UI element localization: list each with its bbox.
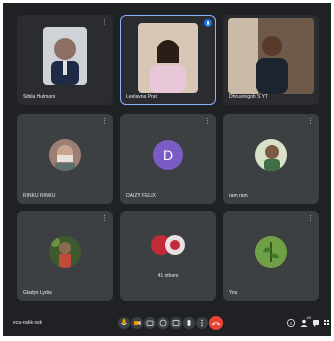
participant-tile[interactable]: ⋮ Gladys Lydia [17, 211, 113, 301]
speaking-indicator-icon [204, 19, 212, 27]
tile-more-icon[interactable]: ⋮ [307, 118, 314, 125]
more-options-icon[interactable] [196, 317, 208, 329]
captions-icon[interactable] [144, 317, 156, 329]
chat-icon[interactable] [311, 318, 321, 328]
others-count: 41 others [157, 273, 179, 279]
raise-hand-icon[interactable] [183, 317, 195, 329]
participant-tile[interactable]: Leelavna Prat [120, 15, 216, 105]
mic-icon[interactable] [118, 317, 130, 329]
participant-avatar [49, 138, 81, 171]
participant-avatar [255, 138, 287, 171]
participant-name: Leelavna Prat [126, 94, 157, 100]
others-avatars [150, 229, 186, 261]
tile-more-icon[interactable]: ⋮ [101, 19, 108, 26]
participant-video [228, 18, 314, 95]
participant-tile[interactable]: ⋮ RINKU RINKU [17, 114, 113, 204]
tile-more-icon[interactable]: ⋮ [307, 215, 314, 222]
participant-tile[interactable]: 41 others [120, 211, 216, 301]
participant-name: DAIZY FELIX [126, 193, 156, 199]
participant-avatar [255, 235, 287, 268]
tile-more-icon[interactable]: ⋮ [204, 118, 211, 125]
end-call-icon[interactable] [209, 316, 223, 330]
participant-name: Sibila Hulmani [23, 94, 55, 100]
participant-name: Dhruvinigoh S YT [229, 94, 269, 100]
participant-letter-avatar: D [153, 139, 183, 170]
participant-name: ram ram [229, 193, 248, 199]
people-icon[interactable]: 49 [299, 315, 311, 328]
participant-tile[interactable]: ⋮ ram ram [223, 114, 319, 204]
participant-tile[interactable]: ⋮ Sibila Hulmani [17, 15, 113, 105]
present-icon[interactable] [170, 317, 182, 329]
activities-icon[interactable] [323, 318, 330, 328]
camera-icon[interactable] [131, 317, 143, 329]
meet-window: ⋮ Sibila Hulmani Leelavna Prat Dhruvinig… [3, 3, 331, 336]
participant-tile[interactable]: Dhruvinigoh S YT [223, 15, 319, 105]
participant-tile[interactable]: D ⋮ DAIZY FELIX [120, 114, 216, 204]
participant-tile[interactable]: ⋮ You [223, 211, 319, 301]
participant-name: Gladys Lydia [23, 290, 52, 296]
participant-name: You [229, 290, 238, 296]
participant-video [43, 26, 87, 85]
control-bar: eca-nskk-xsk 49 [3, 309, 331, 336]
info-icon[interactable] [286, 318, 296, 328]
emoji-icon[interactable] [157, 317, 169, 329]
participant-avatar [49, 235, 81, 268]
participant-video [138, 23, 198, 94]
participant-name: RINKU RINKU [23, 193, 56, 199]
tile-more-icon[interactable]: ⋮ [101, 215, 108, 222]
tile-more-icon[interactable]: ⋮ [101, 118, 108, 125]
meeting-code: eca-nskk-xsk [13, 320, 43, 326]
